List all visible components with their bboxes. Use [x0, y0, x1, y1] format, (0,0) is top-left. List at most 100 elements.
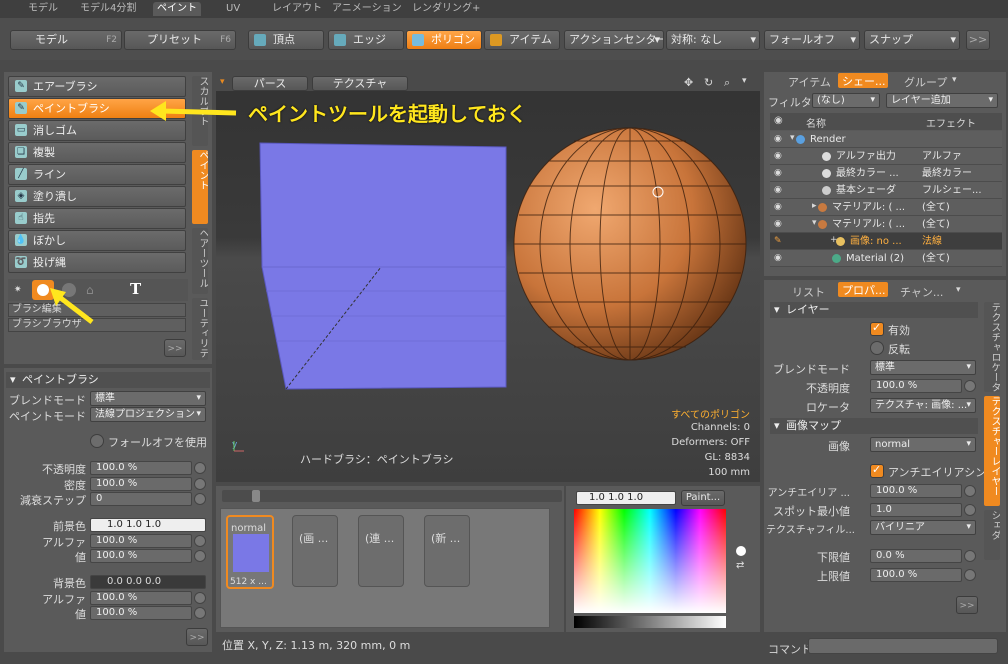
fg-value-spinner[interactable] — [194, 550, 206, 562]
rotate-view-icon[interactable]: ↻ — [704, 76, 713, 89]
image-thumb-3[interactable]: (連 ... — [358, 515, 404, 587]
texture-filter-select[interactable]: バイリニア — [870, 520, 976, 535]
falloff-steps-field[interactable]: 0 — [90, 492, 192, 506]
slider-handle[interactable] — [252, 490, 260, 502]
maximize-view-icon[interactable]: ▾ — [742, 76, 747, 86]
tab-list[interactable]: リスト — [792, 284, 825, 300]
bg-alpha-spinner[interactable] — [194, 592, 206, 604]
low-value-spinner[interactable] — [964, 550, 976, 562]
symmetry-dropdown[interactable]: 対称: なし ▾ — [666, 30, 760, 50]
paintbrush-header[interactable]: ペイントブラシ — [6, 372, 210, 388]
item-button[interactable]: アイテム — [484, 30, 560, 50]
use-falloff-checkbox[interactable] — [90, 434, 104, 448]
props-more-button[interactable]: >> — [956, 596, 978, 614]
spot-min-field[interactable]: 1.0 — [870, 503, 962, 517]
move-view-icon[interactable]: ✥ — [684, 76, 693, 89]
image-select[interactable]: normal — [870, 437, 976, 452]
tab-properties[interactable]: プロパ... — [838, 282, 888, 297]
shader-row[interactable]: ◉ Material (2) (全て) — [770, 250, 1002, 267]
image-thumb-2[interactable]: (画 ... — [292, 515, 338, 587]
props-expand-button[interactable]: >> — [186, 628, 208, 646]
shader-row[interactable]: ◉ ▾ マテリアル: ( ... (全て) — [770, 216, 1002, 233]
expand-arrow-icon[interactable]: ▾ — [790, 133, 795, 143]
image-thumb-4[interactable]: (新 ... — [424, 515, 470, 587]
expand-arrow-icon[interactable]: ▾ — [812, 218, 817, 228]
tab-shader-vertical[interactable]: シェダ — [984, 510, 1000, 560]
swap-colors-icon[interactable]: ⇄ — [736, 560, 744, 571]
value-gradient-bar[interactable] — [574, 616, 726, 628]
vertex-button[interactable]: 頂点 — [248, 30, 324, 50]
eye-icon[interactable]: ◉ — [774, 168, 782, 178]
paint-color-button[interactable]: Paint... — [681, 490, 725, 506]
density-field[interactable]: 100.0 % — [90, 477, 192, 491]
fg-value-field[interactable]: 100.0 % — [90, 549, 192, 563]
spot-min-spinner[interactable] — [964, 504, 976, 516]
texture-tab[interactable]: テクスチャ — [312, 76, 408, 91]
falloff-dropdown[interactable]: フォールオフ ▾ — [764, 30, 860, 50]
layer-opacity-spinner[interactable] — [964, 380, 976, 392]
shader-row[interactable]: ◉ 基本シェーダ フルシェー... — [770, 182, 1002, 199]
blend-mode-select[interactable]: 標準 — [90, 391, 206, 406]
image-thumb-normal[interactable]: normal 512 x ... — [226, 515, 274, 589]
action-center-dropdown[interactable]: アクションセンター ▾ — [564, 30, 664, 50]
tab-texture-locator[interactable]: テクスチャロケータ — [984, 302, 1000, 392]
expand-arrow-icon[interactable]: ▸ — [812, 201, 817, 211]
tab-layout[interactable]: レイアウト — [272, 2, 322, 16]
low-value-field[interactable]: 0.0 % — [870, 549, 962, 563]
bg-alpha-field[interactable]: 100.0 % — [90, 591, 192, 605]
bg-value-field[interactable]: 100.0 % — [90, 606, 192, 620]
eye-icon[interactable]: ◉ — [774, 151, 782, 161]
edge-button[interactable]: エッジ — [328, 30, 404, 50]
add-layer-button[interactable]: レイヤー追加 — [886, 93, 998, 108]
aa-strength-field[interactable]: 100.0 % — [870, 484, 962, 498]
tab-animation[interactable]: アニメーション — [332, 2, 402, 16]
filter-select[interactable]: (なし) — [812, 93, 880, 108]
shader-row[interactable]: ◉ 最終カラー ... 最終カラー — [770, 165, 1002, 182]
layer-header[interactable]: レイヤー — [770, 302, 978, 318]
high-value-field[interactable]: 100.0 % — [870, 568, 962, 582]
props-panel-menu-icon[interactable]: ▾ — [956, 285, 961, 295]
shader-row[interactable]: ◉ ▸ マテリアル: ( ... (全て) — [770, 199, 1002, 216]
opacity-spinner[interactable] — [194, 462, 206, 474]
eye-icon[interactable]: ◉ — [774, 202, 782, 212]
eye-icon[interactable]: ◉ — [774, 185, 782, 195]
brush-icon[interactable]: ✎ — [774, 236, 782, 246]
color-spectrum[interactable] — [574, 509, 726, 613]
eye-icon[interactable]: ◉ — [774, 253, 782, 263]
bg-color-field[interactable]: 0.0 0.0 0.0 — [90, 575, 206, 589]
color-value-field[interactable]: 1.0 1.0 1.0 — [576, 491, 676, 505]
polygon-button[interactable]: ポリゴン — [406, 30, 482, 50]
tab-rendering[interactable]: レンダリング — [412, 2, 472, 16]
falloff-steps-spinner[interactable] — [194, 493, 206, 505]
eye-icon[interactable]: ◉ — [774, 134, 782, 144]
command-input[interactable] — [808, 638, 998, 654]
snap-dropdown[interactable]: スナップ ▾ — [864, 30, 960, 50]
enable-checkbox[interactable] — [870, 321, 884, 336]
eye-icon[interactable]: ◉ — [774, 219, 782, 229]
aa-strength-spinner[interactable] — [964, 485, 976, 497]
layer-blend-select[interactable]: 標準 — [870, 360, 976, 375]
locator-select[interactable]: テクスチャ: 画像: ... — [870, 398, 976, 413]
toolbar-more-button[interactable]: >> — [966, 30, 990, 50]
strip-slider[interactable] — [222, 490, 562, 502]
high-value-spinner[interactable] — [964, 569, 976, 581]
image-map-header[interactable]: 画像マップ — [770, 418, 978, 434]
tab-channels[interactable]: チャン... — [900, 284, 943, 300]
zoom-view-icon[interactable]: ⌕ — [724, 76, 730, 90]
tab-shader[interactable]: シェー... — [838, 73, 888, 88]
paint-mode-select[interactable]: 法線プロジェクション — [90, 407, 206, 422]
shader-row[interactable]: ◉ アルファ出力 アルファ — [770, 148, 1002, 165]
shader-row[interactable]: ◉ ▾ Render — [770, 131, 1002, 148]
tab-texture-layer[interactable]: テクスチャーレイヤー — [984, 396, 1000, 506]
fg-alpha-field[interactable]: 100.0 % — [90, 534, 192, 548]
shader-row[interactable]: ✎ + 画像: no ... 法線 — [770, 233, 1002, 250]
opacity-field[interactable]: 100.0 % — [90, 461, 192, 475]
tool-panel-expand-button[interactable]: >> — [164, 339, 186, 357]
tab-add[interactable]: + — [472, 2, 480, 16]
antialias-checkbox[interactable] — [870, 463, 884, 478]
fg-alpha-spinner[interactable] — [194, 535, 206, 547]
invert-checkbox[interactable] — [870, 341, 884, 355]
shader-panel-menu-icon[interactable]: ▾ — [952, 75, 957, 85]
tab-items[interactable]: アイテム — [788, 74, 831, 90]
density-spinner[interactable] — [194, 478, 206, 490]
